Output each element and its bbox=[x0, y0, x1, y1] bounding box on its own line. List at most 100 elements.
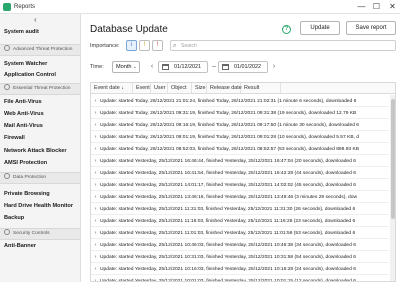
row-event-text: Update: started Yesterday, 25/12/2021 10… bbox=[100, 255, 356, 260]
expand-row-icon[interactable]: › bbox=[91, 155, 100, 166]
scrollbar[interactable] bbox=[390, 95, 395, 281]
chevron-down-icon: ⌄ bbox=[132, 64, 137, 70]
sidebar-group-header: Essential Threat Protection bbox=[0, 83, 80, 95]
column-header[interactable]: User bbox=[151, 83, 168, 94]
next-period-button[interactable]: › bbox=[270, 61, 278, 73]
expand-row-icon[interactable]: › bbox=[91, 263, 100, 274]
sidebar-item[interactable]: Firewall bbox=[0, 134, 80, 142]
calendar-icon bbox=[222, 64, 229, 70]
expand-row-icon[interactable]: › bbox=[91, 191, 100, 202]
row-event-text: Update: started Yesterday, 25/12/2021 14… bbox=[100, 183, 356, 188]
sidebar-item[interactable]: Private Browsing bbox=[0, 190, 80, 198]
sidebar-item[interactable]: Web Anti-Virus bbox=[0, 110, 80, 118]
sidebar: ‹ System audit Advanced Threat Protection… bbox=[0, 14, 81, 282]
collapse-sidebar-button[interactable]: ‹ bbox=[34, 16, 37, 24]
search-icon: ⌕ bbox=[173, 43, 177, 49]
expand-row-icon[interactable]: › bbox=[91, 227, 100, 238]
sidebar-item[interactable]: Mail Anti-Virus bbox=[0, 122, 80, 130]
importance-warning-toggle[interactable]: ! bbox=[139, 40, 150, 51]
sidebar-group-header: Advanced Threat Protection bbox=[0, 44, 80, 56]
update-button[interactable]: Update bbox=[300, 21, 340, 35]
table-row[interactable]: › Update: started Yesterday, 25/12/2021 1… bbox=[91, 179, 389, 191]
search-input[interactable] bbox=[181, 41, 391, 50]
maximize-button[interactable]: ☐ bbox=[370, 0, 383, 13]
table-row[interactable]: › Update: started Yesterday, 25/12/2021 1… bbox=[91, 275, 389, 281]
table-row[interactable]: › Update: started Yesterday, 25/12/2021 1… bbox=[91, 167, 389, 179]
sidebar-item[interactable]: Anti-Banner bbox=[0, 242, 80, 250]
save-report-button[interactable]: Save report bbox=[346, 21, 396, 35]
time-label: Time: bbox=[90, 64, 104, 70]
calendar-icon bbox=[162, 64, 169, 70]
sidebar-item[interactable]: System audit bbox=[0, 28, 80, 36]
expand-row-icon[interactable]: › bbox=[91, 107, 100, 118]
date-range-separator: – bbox=[212, 63, 216, 70]
column-header[interactable]: Release date bbox=[207, 83, 242, 94]
row-event-text: Update: started Yesterday, 25/12/2021 11… bbox=[100, 219, 356, 224]
sidebar-item[interactable]: AMSI Protection bbox=[0, 159, 80, 167]
expand-row-icon[interactable]: › bbox=[91, 179, 100, 190]
page-title: Database Update bbox=[90, 24, 168, 35]
sidebar-group-label: Data Protection bbox=[13, 175, 47, 180]
expand-row-icon[interactable]: › bbox=[91, 203, 100, 214]
table-row[interactable]: › Update: started Yesterday, 25/12/2021 1… bbox=[91, 239, 389, 251]
expand-row-icon[interactable]: › bbox=[91, 275, 100, 281]
expand-row-icon[interactable]: › bbox=[91, 119, 100, 130]
table-row[interactable]: › Update: started Yesterday, 25/12/2021 1… bbox=[91, 215, 389, 227]
importance-critical-toggle[interactable]: ! bbox=[152, 40, 163, 51]
table-row[interactable]: › Update: started Yesterday, 25/12/2021 1… bbox=[91, 191, 389, 203]
info-icon: i bbox=[130, 42, 133, 48]
table-row[interactable]: › Update: started Today, 26/12/2021 09:01… bbox=[91, 131, 389, 143]
row-event-text: Update: started Yesterday, 25/12/2021 16… bbox=[100, 171, 356, 176]
date-to-field[interactable]: 01/01/2022 bbox=[218, 61, 268, 73]
help-icon[interactable]: ? bbox=[282, 25, 291, 34]
time-period-select[interactable]: Month ⌄ bbox=[112, 61, 140, 73]
expand-row-icon[interactable]: › bbox=[91, 167, 100, 178]
minimize-button[interactable]: — bbox=[355, 0, 368, 13]
table-row[interactable]: › Update: started Today, 26/12/2021 21:01… bbox=[91, 95, 389, 107]
importance-info-toggle[interactable]: i bbox=[126, 40, 137, 51]
sidebar-item[interactable]: Application Control bbox=[0, 71, 80, 79]
table-row[interactable]: › Update: started Today, 26/12/2021 09:31… bbox=[91, 107, 389, 119]
table-row[interactable]: › Update: started Yesterday, 25/12/2021 1… bbox=[91, 263, 389, 275]
column-header[interactable]: Event bbox=[133, 83, 151, 94]
column-header[interactable]: Size bbox=[192, 83, 207, 94]
expand-row-icon[interactable]: › bbox=[91, 239, 100, 250]
sidebar-item[interactable]: Backup bbox=[0, 214, 80, 222]
column-header[interactable]: Object bbox=[168, 83, 192, 94]
sidebar-item[interactable]: Hard Drive Health Monitor bbox=[0, 202, 80, 210]
sidebar-group-header: Data Protection bbox=[0, 172, 80, 184]
table-row[interactable]: › Update: started Today, 26/12/2021 09:16… bbox=[91, 119, 389, 131]
date-from-field[interactable]: 01/12/2021 bbox=[158, 61, 208, 73]
table-row[interactable]: › Update: started Yesterday, 25/12/2021 1… bbox=[91, 155, 389, 167]
column-header[interactable]: Event date ↓ bbox=[91, 83, 133, 94]
table-row[interactable]: › Update: started Yesterday, 25/12/2021 1… bbox=[91, 227, 389, 239]
date-to-value: 01/01/2022 bbox=[234, 64, 261, 70]
close-button[interactable]: ✕ bbox=[386, 0, 399, 13]
scrollbar-thumb[interactable] bbox=[391, 99, 395, 219]
expand-row-icon[interactable]: › bbox=[91, 95, 100, 106]
sidebar-item[interactable]: System Watcher bbox=[0, 60, 80, 68]
expand-row-icon[interactable]: › bbox=[91, 251, 100, 262]
title-bar: Reports — ☐ ✕ bbox=[0, 0, 400, 14]
expand-row-icon[interactable]: › bbox=[91, 143, 100, 154]
app-logo-icon bbox=[3, 3, 11, 11]
table-row[interactable]: › Update: started Today, 26/12/2021 08:52… bbox=[91, 143, 389, 155]
row-event-text: Update: started Yesterday, 25/12/2021 10… bbox=[100, 243, 356, 248]
sidebar-group-label: Advanced Threat Protection bbox=[13, 47, 73, 52]
column-header[interactable]: Result bbox=[241, 83, 281, 94]
events-table: Event date ↓ Event User Object Size Release d… bbox=[90, 82, 396, 282]
expand-row-icon[interactable]: › bbox=[91, 215, 100, 226]
sidebar-item[interactable]: File Anti-Virus bbox=[0, 98, 80, 106]
sidebar-item[interactable]: Network Attack Blocker bbox=[0, 147, 80, 155]
row-event-text: Update: started Today, 26/12/2021 09:31:… bbox=[100, 111, 357, 116]
row-event-text: Update: started Today, 26/12/2021 09:01:… bbox=[100, 135, 360, 140]
table-row[interactable]: › Update: started Yesterday, 25/12/2021 1… bbox=[91, 203, 389, 215]
search-box[interactable]: ⌕ bbox=[170, 40, 396, 51]
date-from-value: 01/12/2021 bbox=[174, 64, 201, 70]
sidebar-group-header: Security Controls bbox=[0, 228, 80, 240]
expand-row-icon[interactable]: › bbox=[91, 131, 100, 142]
previous-period-button[interactable]: ‹ bbox=[148, 61, 156, 73]
table-row[interactable]: › Update: started Yesterday, 25/12/2021 1… bbox=[91, 251, 389, 263]
row-event-text: Update: started Today, 26/12/2021 09:16:… bbox=[100, 123, 360, 128]
row-event-text: Update: started Today, 26/12/2021 08:52:… bbox=[100, 147, 360, 152]
